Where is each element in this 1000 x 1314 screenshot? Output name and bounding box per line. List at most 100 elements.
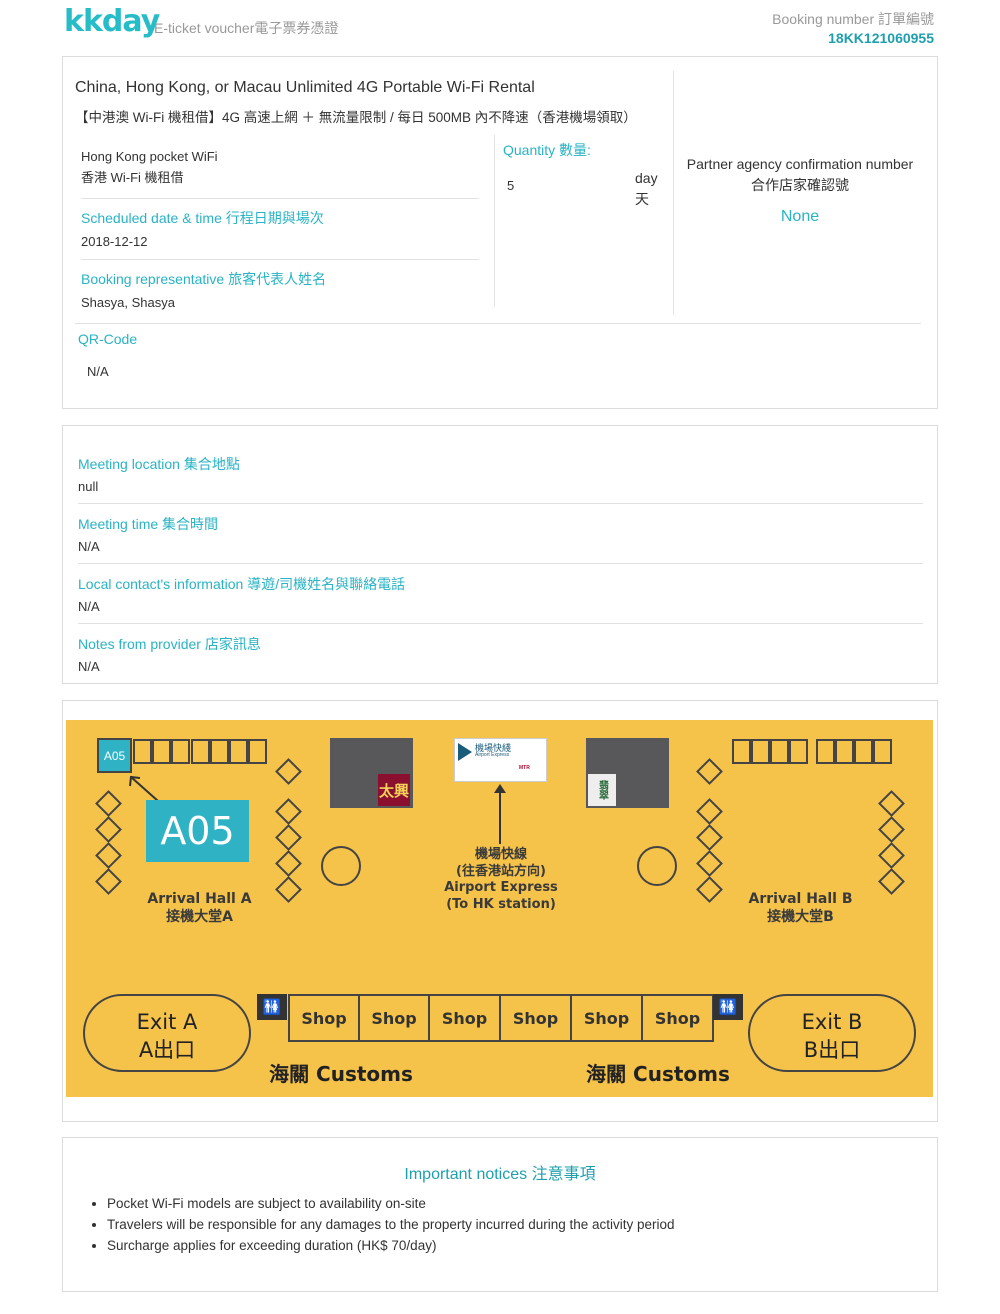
arrival-hall-b-en: Arrival Hall B xyxy=(748,891,853,907)
shop-5: Shop xyxy=(570,994,643,1042)
pillar xyxy=(696,798,723,825)
counter xyxy=(732,739,751,764)
provider-notes-field: Notes from provider 店家訊息 N/A xyxy=(78,624,923,683)
booking-number-label: Booking number 訂單編號 xyxy=(772,11,934,27)
partner-confirmation-label: Partner agency confirmation number 合作店家確… xyxy=(675,154,925,196)
meeting-location-field: Meeting location 集合地點 null xyxy=(78,444,923,504)
representative-label: Booking representative 旅客代表人姓名 xyxy=(81,271,327,287)
exit-a-label: Exit A A出口 xyxy=(85,1008,249,1064)
exit-b-zh: B出口 xyxy=(803,1038,861,1062)
counter xyxy=(152,739,171,764)
counter xyxy=(789,739,808,764)
airport-express-zh-1: 機場快線 xyxy=(474,847,527,862)
counter xyxy=(751,739,770,764)
airport-express-en-1: Airport Express xyxy=(444,880,558,895)
pillar xyxy=(878,816,905,843)
qr-code-label: QR-Code xyxy=(78,331,138,347)
shop-6: Shop xyxy=(641,994,714,1042)
quantity-unit-zh: 天 xyxy=(635,191,649,207)
kkday-logo: kkday xyxy=(64,4,160,39)
pillar xyxy=(696,824,723,851)
shop-3: Shop xyxy=(428,994,501,1042)
exit-a-en: Exit A xyxy=(136,1010,198,1034)
airport-floor-map: A05 A05 太興 翡翠 機場快綫 Airport Express MTR 機… xyxy=(66,720,933,1097)
product-subtitle: 【中港澳 Wi-Fi 機租借】4G 高速上網 ＋ 無流量限制 / 每日 500M… xyxy=(75,110,637,125)
restaurant-left-sign: 太興 xyxy=(378,774,410,806)
meeting-card: Meeting location 集合地點 null Meeting time … xyxy=(62,425,938,684)
local-contact-value: N/A xyxy=(78,599,100,614)
restaurant-right-sign: 翡翠 xyxy=(588,774,616,806)
counter xyxy=(816,739,835,764)
arrival-hall-a-en: Arrival Hall A xyxy=(147,891,252,907)
arrival-hall-a-zh: 接機大堂A xyxy=(166,909,233,925)
counter-a05-marker: A05 xyxy=(97,738,132,773)
arrival-hall-b-label: Arrival Hall B 接機大堂B xyxy=(733,890,868,926)
arrival-hall-a-label: Arrival Hall A 接機大堂A xyxy=(132,890,267,926)
arrival-hall-b-zh: 接機大堂B xyxy=(767,909,834,925)
pillar xyxy=(275,824,302,851)
restroom-icon: 🚻 xyxy=(713,994,743,1020)
pillar xyxy=(275,876,302,903)
counter xyxy=(248,739,267,764)
pillar xyxy=(696,758,723,785)
exit-a: Exit A A出口 xyxy=(83,994,251,1072)
exit-b-label: Exit B B出口 xyxy=(750,1008,914,1064)
provider-notes-label: Notes from provider 店家訊息 xyxy=(78,636,261,652)
scheduled-value: 2018-12-12 xyxy=(81,234,148,249)
exit-a-zh: A出口 xyxy=(138,1038,196,1062)
notice-item: Travelers will be responsible for any da… xyxy=(107,1214,675,1235)
airport-express-en-2: (To HK station) xyxy=(446,896,556,912)
counter xyxy=(835,739,854,764)
quantity-value: 5 xyxy=(507,178,515,193)
partner-label-zh: 合作店家確認號 xyxy=(751,177,849,193)
local-contact-field: Local contact's information 導遊/司機姓名與聯絡電話… xyxy=(78,564,923,624)
scheduled-field: Scheduled date & time 行程日期與場次 2018-12-12 xyxy=(81,199,479,260)
notices-card: Important notices 注意事項 Pocket Wi-Fi mode… xyxy=(62,1137,938,1292)
counter xyxy=(229,739,248,764)
meeting-location-label: Meeting location 集合地點 xyxy=(78,456,240,472)
pillar xyxy=(878,790,905,817)
round-pillar xyxy=(321,846,361,886)
representative-value: Shasya, Shasya xyxy=(81,295,175,310)
pillar xyxy=(275,758,302,785)
representative-field: Booking representative 旅客代表人姓名 Shasya, S… xyxy=(81,260,479,320)
pillar xyxy=(878,842,905,869)
pillar xyxy=(696,850,723,877)
airport-express-sign: 機場快綫 Airport Express MTR xyxy=(454,738,547,782)
meeting-time-value: N/A xyxy=(78,539,100,554)
restroom-icon: 🚻 xyxy=(257,994,287,1020)
notices-title: Important notices 注意事項 xyxy=(404,1166,596,1183)
restaurant-left-block: 太興 xyxy=(330,738,413,808)
meeting-list: Meeting location 集合地點 null Meeting time … xyxy=(78,444,923,683)
exit-b: Exit B B出口 xyxy=(748,994,916,1072)
customs-right-label: 海關 Customs xyxy=(586,1062,730,1086)
meeting-location-value: null xyxy=(78,479,99,494)
restaurant-right-block: 翡翠 xyxy=(586,738,669,808)
quantity-label: Quantity 數量: xyxy=(503,142,591,158)
document-type: E-ticket voucher電子票券憑證 xyxy=(154,20,339,36)
mtr-label: MTR xyxy=(519,765,530,771)
package-name-zh: 香港 Wi-Fi 機租借 xyxy=(81,170,184,185)
divider xyxy=(673,71,674,315)
notice-item: Pocket Wi-Fi models are subject to avail… xyxy=(107,1193,675,1214)
pillar xyxy=(878,868,905,895)
quantity-unit-en: day xyxy=(635,170,658,186)
provider-notes-value: N/A xyxy=(78,659,100,674)
map-card: A05 A05 太興 翡翠 機場快綫 Airport Express MTR 機… xyxy=(62,700,938,1122)
airport-express-logo-icon xyxy=(458,743,472,761)
partner-confirmation-value: None xyxy=(780,208,820,225)
airport-express-zh-2: (往香港站方向) xyxy=(456,863,546,879)
shop-4: Shop xyxy=(499,994,572,1042)
counter xyxy=(191,739,210,764)
partner-label-en: Partner agency confirmation number xyxy=(686,156,914,172)
shop-2: Shop xyxy=(358,994,430,1042)
pillar xyxy=(95,842,122,869)
pillar xyxy=(95,868,122,895)
quantity-unit: day 天 xyxy=(635,168,658,210)
airport-express-label: 機場快線 (往香港站方向) Airport Express (To HK sta… xyxy=(426,847,576,913)
up-arrow-icon xyxy=(494,784,506,844)
pillar xyxy=(696,876,723,903)
counter-a05-label: A05 xyxy=(146,800,249,862)
counter xyxy=(133,739,152,764)
booking-number: 18KK121060955 xyxy=(828,30,934,46)
